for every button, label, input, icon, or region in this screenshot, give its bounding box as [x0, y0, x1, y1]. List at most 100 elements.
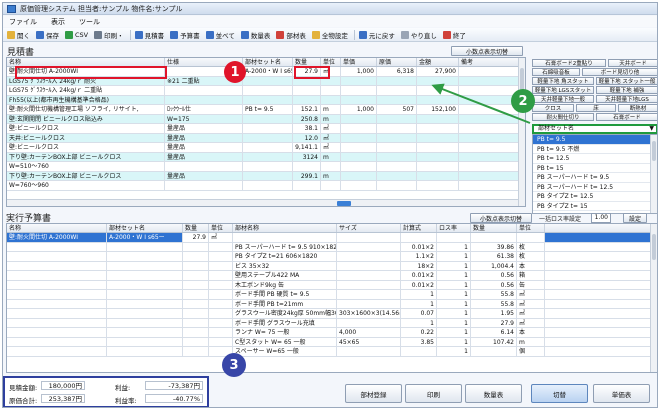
- toolbar-csv-button[interactable]: CSV: [65, 30, 88, 39]
- toolbar-save-button[interactable]: 保存: [36, 30, 59, 40]
- bulk-loss-set-button[interactable]: 設定: [623, 213, 647, 223]
- budget-table-row[interactable]: PB スーパーハード t= 9.5 910×1820 0.01×2 1 39.86 枚: [7, 242, 657, 252]
- part-set-list-item[interactable]: PB t= 15: [533, 164, 657, 173]
- estimate-cell-note: [459, 114, 521, 123]
- budget-decimal-toggle-button[interactable]: 小数点表示切替: [470, 213, 532, 223]
- budget-column-header[interactable]: 単位: [209, 224, 233, 232]
- toolbar-parts-button[interactable]: 部材表: [276, 30, 306, 40]
- toolbar-exit-button[interactable]: 終了: [442, 30, 466, 40]
- print-button[interactable]: 印刷: [405, 384, 462, 403]
- budget-table-row[interactable]: 壁用ステープル422 MA 0.01×2 1 0.56 箱: [7, 271, 657, 281]
- part-set-list-item[interactable]: PB t= 9.5: [533, 135, 657, 145]
- category-button[interactable]: 天井軽量下地LGS: [596, 95, 657, 103]
- category-button[interactable]: 軽量下地 スタット一般: [596, 77, 657, 85]
- budget-column-header[interactable]: 計算式: [401, 224, 437, 232]
- estimate-column-header[interactable]: 名称: [7, 58, 165, 66]
- category-button[interactable]: 床: [576, 104, 616, 112]
- estimate-cell-amount: [417, 133, 459, 142]
- category-button[interactable]: 耐火間仕切り: [532, 113, 594, 121]
- category-button[interactable]: 軽量下地 補強: [596, 86, 657, 94]
- estimate-column-header[interactable]: 金額: [417, 58, 459, 66]
- estimate-horizontal-thumb[interactable]: [337, 201, 351, 206]
- toolbar-estimate-button[interactable]: 見積書: [134, 30, 164, 40]
- estimate-horizontal-scrollbar[interactable]: [7, 199, 518, 206]
- estimate-table-row[interactable]: 下り壁:カーテンBOX上部 ビニールクロス 量産品 3124 m: [7, 152, 525, 162]
- estimate-table-row[interactable]: W=510～760: [7, 162, 525, 172]
- budget-column-header[interactable]: 部材名称: [233, 224, 337, 232]
- category-button[interactable]: 軽量下地 角スタット: [532, 77, 594, 85]
- estimate-table-row[interactable]: 下り壁:カーテンBOX上部 ビニールクロス 量産品 299.1 m: [7, 171, 525, 181]
- estimate-table-row[interactable]: 天井:ビニールクロス 量産品 12.0 ㎡: [7, 133, 525, 143]
- category-button[interactable]: ボード見切り他: [582, 68, 657, 76]
- budget-vertical-scrollbar[interactable]: [650, 224, 657, 372]
- category-button[interactable]: 天井軽量下地一般: [532, 95, 594, 103]
- menu-file[interactable]: ファイル: [9, 17, 37, 27]
- toolbar-print-button[interactable]: 印刷・: [94, 30, 124, 40]
- category-button[interactable]: 石綿吸音板: [532, 68, 580, 76]
- category-button[interactable]: 軽量下地 LGSスタット: [532, 86, 594, 94]
- estimate-column-header[interactable]: 数量: [293, 58, 321, 66]
- switch-button[interactable]: 切替: [531, 384, 588, 403]
- part-set-list-item[interactable]: PB タイプZ t= 15: [533, 202, 657, 211]
- part-set-list-item[interactable]: PB スーパーハード t= 9.5: [533, 173, 657, 183]
- budget-table-row[interactable]: グラスウール密度24kg厚 50mm幅303 303×1600×3(14.56㎡ 0…: [7, 309, 657, 319]
- budget-table-row[interactable]: C型スタット W= 65 一般 45×65 3.85 1 107.42 m: [7, 337, 657, 347]
- menu-view[interactable]: 表示: [51, 17, 65, 27]
- estimate-column-header[interactable]: 原価: [377, 58, 417, 66]
- budget-column-header[interactable]: 名称: [7, 224, 107, 232]
- category-button[interactable]: 石膏ボード2重貼り: [532, 59, 606, 67]
- part-set-list-item[interactable]: PB t= 12.5: [533, 154, 657, 164]
- estimate-table-row[interactable]: Fh55(以上(都市再生機構基準合格品): [7, 95, 525, 105]
- toolbar-undo-button[interactable]: 元に戻す: [358, 30, 395, 40]
- budget-column-header[interactable]: サイズ: [337, 224, 401, 232]
- unit-price-button[interactable]: 単価表: [593, 384, 650, 403]
- estimate-decimal-toggle-button[interactable]: 小数点表示切替: [451, 46, 523, 56]
- estimate-vertical-scrollbar[interactable]: [518, 58, 525, 206]
- budget-column-header[interactable]: 数量: [183, 224, 209, 232]
- estimate-column-header[interactable]: 単価: [341, 58, 377, 66]
- budget-table-row[interactable]: 壁:耐火間仕切 A-2000WI A-2000・W I s65ー 27.9 ㎡: [7, 233, 657, 243]
- part-set-list-item[interactable]: PB t= 9.5 不燃: [533, 145, 657, 154]
- estimate-column-header[interactable]: 備考: [459, 58, 521, 66]
- toolbar-settings-button[interactable]: 全物設定: [311, 30, 348, 40]
- estimate-table-row[interactable]: 壁:耐火間仕切機構管理工場 ソフライ, リサイト, ﾛｯｸｳｰﾙ仕 PB t= 9.…: [7, 105, 525, 115]
- category-button[interactable]: クロス: [532, 104, 574, 112]
- parts-register-button[interactable]: 部材登録: [345, 384, 402, 403]
- toolbar-folder-button[interactable]: 開く: [7, 30, 30, 40]
- quantity-table-button[interactable]: 数量表: [465, 384, 522, 403]
- estimate-table-row[interactable]: 壁:ビニールクロス 量産品 9,141.1 ㎡: [7, 143, 525, 153]
- budget-column-header[interactable]: 部材セット名: [107, 224, 183, 232]
- estimate-column-header[interactable]: 単位: [321, 58, 341, 66]
- menu-tools[interactable]: ツール: [79, 17, 100, 27]
- budget-column-header[interactable]: 単位: [517, 224, 545, 232]
- toolbar-budget-button[interactable]: 予算書: [170, 30, 200, 40]
- budget-table-row[interactable]: ビス 35×32 18×2 1 1,004.4 本: [7, 261, 657, 271]
- toolbar-quantity-button[interactable]: 数量表: [240, 30, 270, 40]
- estimate-table-row[interactable]: 壁:玄関開閉 ビニールクロス貼込み W=175 250.8 m: [7, 114, 525, 124]
- part-set-list-item[interactable]: PB スーパーハード t= 12.5: [533, 183, 657, 192]
- category-button[interactable]: 天井ボード: [608, 59, 657, 67]
- budget-column-header[interactable]: ロス率: [437, 224, 471, 232]
- category-button[interactable]: 断熱材: [618, 104, 657, 112]
- estimate-column-header[interactable]: 部材セット名: [243, 58, 293, 66]
- estimate-table-row[interactable]: 壁:ビニールクロス 量産品 38.1 ㎡: [7, 124, 525, 134]
- category-button[interactable]: 石膏ボード: [596, 113, 657, 121]
- budget-table-row[interactable]: ボード手間 PB t=21mm 1 1 55.8 ㎡: [7, 299, 657, 309]
- budget-table-row[interactable]: ボード手間 グラスウール充填 1 1 27.9 ㎡: [7, 318, 657, 328]
- part-set-list-thumb[interactable]: [652, 141, 656, 161]
- toolbar-tile-button[interactable]: 並べて: [205, 30, 235, 40]
- part-set-list-scrollbar[interactable]: [650, 135, 657, 213]
- budget-table-row[interactable]: ランナ W= 75 一般 4,000 0.22 1 6.14 本: [7, 328, 657, 338]
- bulk-loss-input[interactable]: 1.00: [591, 213, 611, 223]
- budget-table-row[interactable]: 木工ボンド9kg 缶 0.01×2 1 0.56 缶: [7, 280, 657, 290]
- budget-table-row[interactable]: PB タイプZ t=21 606×1820 1.1×2 1 61.38 枚: [7, 252, 657, 262]
- budget-table-row[interactable]: スペーサー W=65 一般 1 個: [7, 347, 657, 357]
- estimate-table-row[interactable]: W=760～960: [7, 181, 525, 191]
- part-set-combo[interactable]: 部材セット名 ▼: [532, 124, 657, 134]
- toolbar-redo-button[interactable]: やり直し: [400, 30, 437, 40]
- budget-vertical-thumb[interactable]: [652, 234, 656, 260]
- estimate-table-row[interactable]: LGS75 ｸﾞﾗｽｳｰﾙ入 24kg/ｒ 二重貼: [7, 86, 525, 96]
- part-set-list-item[interactable]: PB タイプZ t= 12.5: [533, 192, 657, 202]
- budget-table-row[interactable]: ボード手間 PB 硬質 t= 9.5 1 1 55.8 ㎡: [7, 290, 657, 300]
- budget-column-header[interactable]: 数量: [471, 224, 517, 232]
